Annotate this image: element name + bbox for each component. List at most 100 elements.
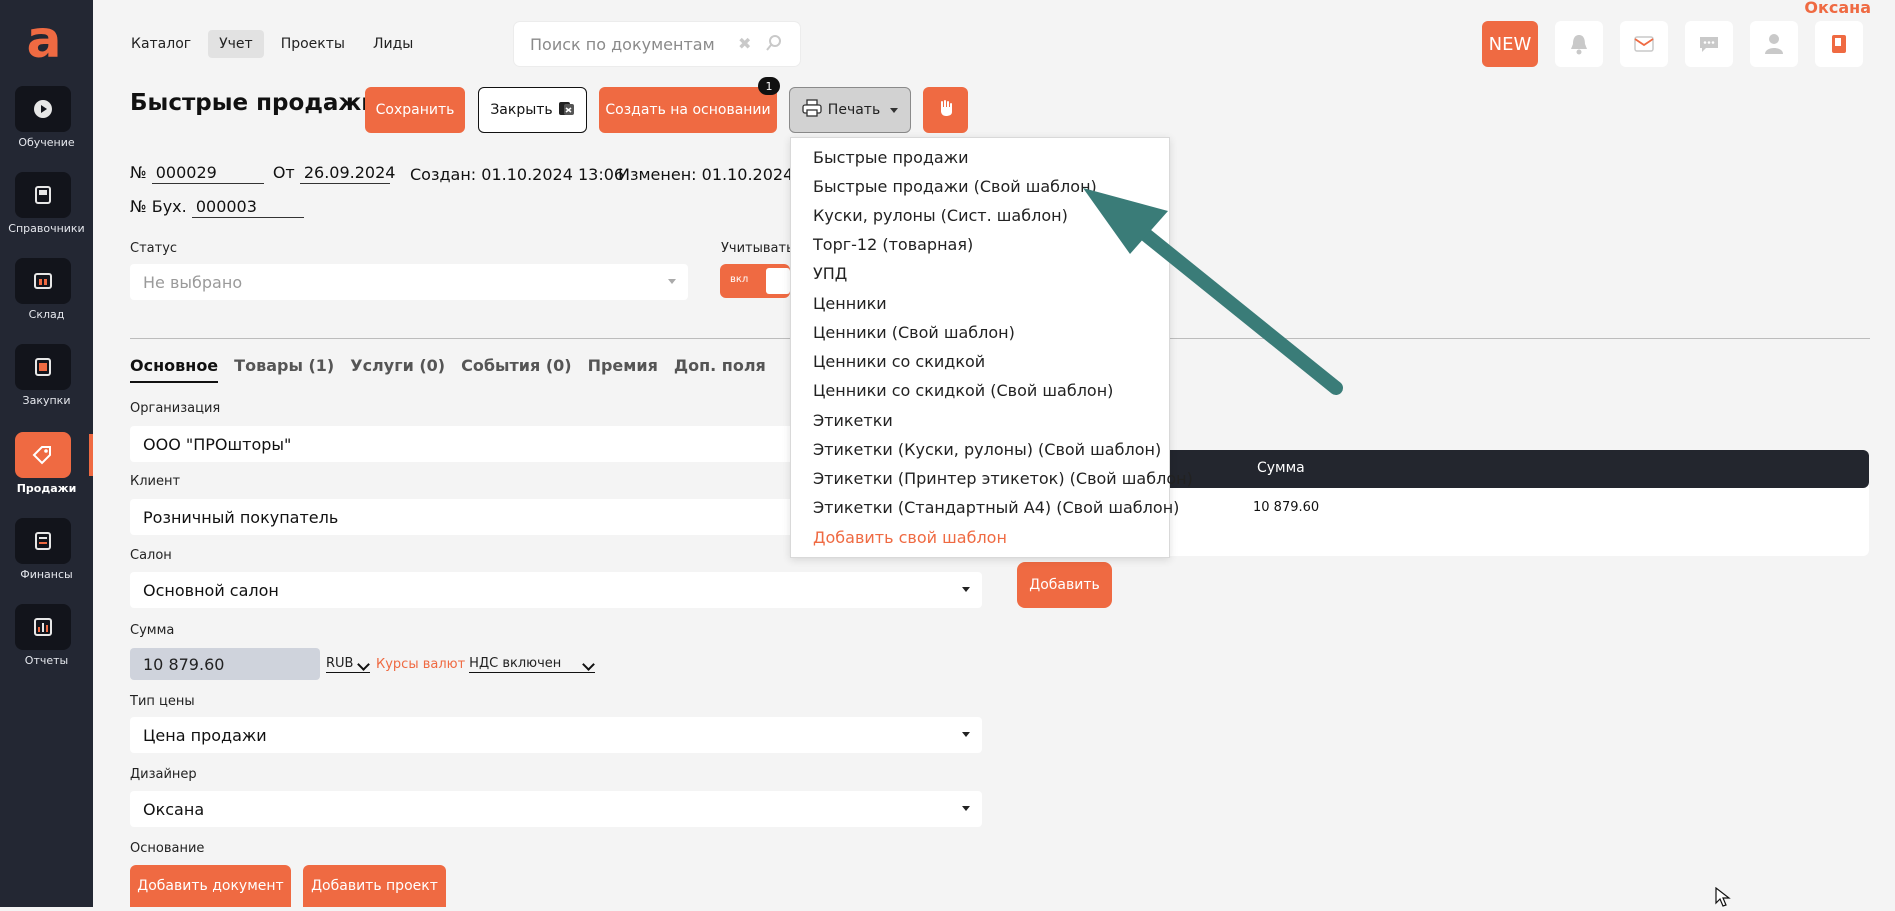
print-option[interactable]: Ценники со скидкой (Свой шаблон) xyxy=(813,381,1113,400)
sidebar-item-purchases[interactable]: Закупки xyxy=(0,344,93,424)
save-button[interactable]: Сохранить xyxy=(365,87,465,133)
sidebar-item-label: Продажи xyxy=(16,482,77,495)
print-option[interactable]: Ценники xyxy=(813,294,887,313)
chat-icon[interactable] xyxy=(1685,21,1733,67)
search-icon[interactable] xyxy=(766,34,782,56)
sidebar-item-label: Склад xyxy=(28,308,65,321)
vat-select[interactable]: НДС включен xyxy=(469,656,596,673)
sidebar-item-label: Справочники xyxy=(8,222,85,235)
print-option[interactable]: Этикетки (Стандартный А4) (Свой шаблон) xyxy=(813,498,1179,517)
sidebar-item-warehouse[interactable]: Склад xyxy=(0,258,93,338)
app-logo[interactable]: a xyxy=(22,14,66,66)
finance-icon xyxy=(15,518,71,564)
doc-modified: Изменен: 01.10.2024 1 xyxy=(618,165,809,184)
close-button[interactable]: Закрыть xyxy=(478,87,587,133)
status-select[interactable]: Не выбрано xyxy=(130,264,688,300)
sidebar-item-label: Обучение xyxy=(18,136,75,149)
row-sum: 10 879.60 xyxy=(1253,500,1320,515)
clear-icon[interactable]: ✖ xyxy=(738,34,751,53)
print-option[interactable]: Этикетки xyxy=(813,411,893,430)
designer-select[interactable]: Оксана xyxy=(130,791,982,827)
currency-rates-link[interactable]: Курсы валют xyxy=(376,657,465,672)
status-value: Не выбрано xyxy=(143,272,243,292)
print-option[interactable]: Торг-12 (товарная) xyxy=(813,235,973,254)
add-document-button[interactable]: Добавить документ xyxy=(130,865,291,907)
tab-events[interactable]: События (0) xyxy=(461,356,571,383)
print-option[interactable]: Этикетки (Куски, рулоны) (Свой шаблон) xyxy=(813,440,1161,459)
org-label: Организация xyxy=(130,401,221,416)
search-input[interactable] xyxy=(528,22,728,66)
toggle-on-label: вкл xyxy=(730,274,749,285)
top-icons: NEW xyxy=(1482,21,1863,67)
print-option[interactable]: Этикетки (Принтер этикеток) (Свой шаблон… xyxy=(813,469,1193,488)
print-button[interactable]: Печать xyxy=(789,87,911,133)
search-box: ✖ xyxy=(514,22,800,66)
hand-button[interactable] xyxy=(923,87,968,133)
print-option[interactable]: Ценники (Свой шаблон) xyxy=(813,323,1015,342)
print-option[interactable]: УПД xyxy=(813,264,847,283)
sidebar-item-label: Отчеты xyxy=(24,654,69,667)
chart-icon xyxy=(15,604,71,650)
hand-icon xyxy=(938,99,954,121)
bell-icon[interactable] xyxy=(1555,21,1603,67)
warehouse-icon xyxy=(15,258,71,304)
sidebar-item-reports[interactable]: Отчеты xyxy=(0,604,93,684)
sidebar-item-references[interactable]: Справочники xyxy=(0,172,93,252)
mail-icon[interactable] xyxy=(1620,21,1668,67)
print-option[interactable]: Куски, рулоны (Сист. шаблон) xyxy=(813,206,1068,225)
chevron-down-icon xyxy=(890,107,899,113)
topnav-tab-catalog[interactable]: Каталог xyxy=(120,30,202,58)
designer-label: Дизайнер xyxy=(130,767,197,782)
sidebar: a Обучение Справочники Склад Закупки Про… xyxy=(0,0,93,907)
create-based-button[interactable]: Создать на основании xyxy=(599,87,777,133)
org-value: ООО "ПРОшторы" xyxy=(143,434,292,454)
designer-value: Оксана xyxy=(143,799,205,819)
sidebar-item-sales[interactable]: Продажи xyxy=(0,432,93,512)
add-payment-button[interactable]: Добавить xyxy=(1017,562,1112,608)
add-template-link[interactable]: Добавить свой шаблон xyxy=(813,528,1007,547)
topnav-tab-projects[interactable]: Проекты xyxy=(270,30,356,58)
topnav-tab-leads[interactable]: Лиды xyxy=(362,30,424,58)
price-type-label: Тип цены xyxy=(130,694,195,709)
sidebar-item-finance[interactable]: Финансы xyxy=(0,518,93,598)
close-button-label: Закрыть xyxy=(490,102,553,118)
doc-number-label: № xyxy=(130,163,147,182)
play-icon xyxy=(15,86,71,132)
sidebar-item-learning[interactable]: Обучение xyxy=(0,86,93,166)
tab-services[interactable]: Услуги (0) xyxy=(350,356,445,383)
tag-icon xyxy=(15,432,71,478)
tab-goods[interactable]: Товары (1) xyxy=(234,356,334,383)
sidebar-item-label: Финансы xyxy=(20,568,73,581)
sum-input[interactable] xyxy=(130,648,320,680)
doc-number-field[interactable]: 000029 xyxy=(151,163,264,184)
basis-label: Основание xyxy=(130,841,205,856)
status-label: Статус xyxy=(130,241,178,256)
consider-label: Учитывать xyxy=(721,241,794,256)
top-nav: Каталог Учет Проекты Лиды xyxy=(120,30,424,58)
print-option[interactable]: Ценники со скидкой xyxy=(813,352,985,371)
column-header-sum: Сумма xyxy=(1257,460,1305,476)
doc-date-field[interactable]: 26.09.2024 xyxy=(299,163,395,184)
add-project-button[interactable]: Добавить проект xyxy=(303,865,446,907)
tab-bonus[interactable]: Премия xyxy=(588,356,658,383)
book-open-icon[interactable] xyxy=(1815,21,1863,67)
caret-down-icon xyxy=(962,806,970,811)
printer-icon xyxy=(802,99,822,121)
caret-down-icon xyxy=(962,732,970,737)
print-option[interactable]: Быстрые продажи xyxy=(813,148,969,167)
caret-down-icon xyxy=(668,279,676,284)
user-icon[interactable] xyxy=(1750,21,1798,67)
consider-toggle[interactable]: вкл xyxy=(720,264,790,298)
doc-acc-field[interactable]: 000003 xyxy=(191,197,304,218)
tab-main[interactable]: Основное xyxy=(130,356,219,383)
topnav-tab-accounting[interactable]: Учет xyxy=(208,30,264,58)
print-option[interactable]: Быстрые продажи (Свой шаблон) xyxy=(813,177,1097,196)
salon-select[interactable]: Основной салон xyxy=(130,572,982,608)
doc-acc-label: № Бух. xyxy=(130,197,187,216)
new-button[interactable]: NEW xyxy=(1482,21,1538,67)
tab-extra-fields[interactable]: Доп. поля xyxy=(674,356,766,383)
user-name[interactable]: Оксана xyxy=(1804,0,1871,17)
currency-select[interactable]: RUB xyxy=(326,656,370,673)
sidebar-item-label: Закупки xyxy=(22,394,71,407)
price-type-select[interactable]: Цена продажи xyxy=(130,717,982,753)
